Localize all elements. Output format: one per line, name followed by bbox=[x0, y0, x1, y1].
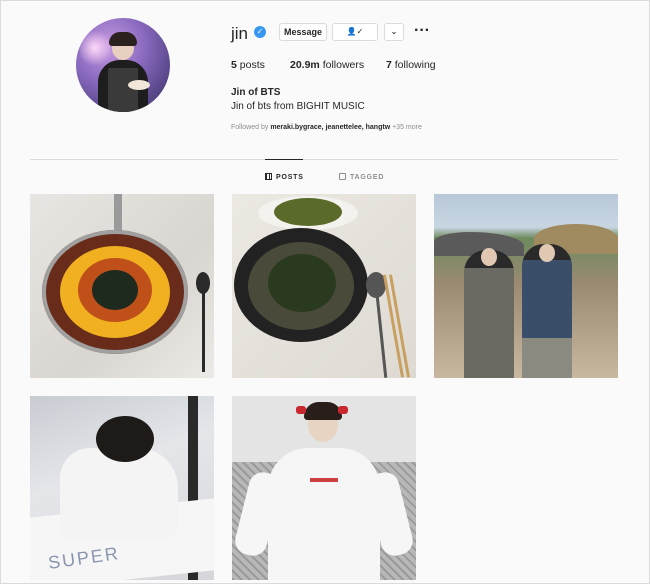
spoon-handle bbox=[202, 292, 205, 372]
face-right bbox=[539, 244, 555, 262]
posts-count: 5 bbox=[231, 59, 237, 71]
following-button[interactable]: 👤✓ bbox=[332, 23, 378, 41]
person-hair bbox=[96, 416, 154, 462]
person-right bbox=[522, 244, 572, 378]
post-tile-drawing[interactable]: SUPER bbox=[30, 396, 214, 580]
active-tab-indicator bbox=[265, 159, 303, 160]
followed-by-more: +35 more bbox=[392, 124, 422, 131]
grid-icon bbox=[265, 173, 272, 180]
avatar-plate bbox=[128, 80, 150, 90]
followers-label: followers bbox=[322, 59, 365, 71]
pan-handle bbox=[114, 194, 122, 234]
shirt-logo bbox=[310, 478, 338, 482]
spoon-handle bbox=[375, 296, 388, 378]
avatar-lights bbox=[80, 28, 110, 68]
side-dish-food bbox=[274, 198, 342, 226]
stat-following[interactable]: 7 following bbox=[386, 59, 436, 71]
avatar[interactable] bbox=[76, 18, 170, 112]
followed-by[interactable]: Followed by meraki.bygrace, jeanettelee,… bbox=[231, 124, 422, 131]
tag-icon bbox=[339, 173, 346, 180]
verified-badge-icon: ✓ bbox=[254, 26, 266, 38]
following-label: following bbox=[394, 59, 436, 71]
followers-count: 20.9m bbox=[290, 59, 320, 71]
hair-bow-left bbox=[296, 406, 306, 414]
bio: Jin of bts from BIGHIT MUSIC bbox=[231, 101, 365, 112]
tab-posts-label: POSTS bbox=[276, 174, 304, 181]
post-tile-bowl[interactable] bbox=[232, 194, 416, 378]
person-left bbox=[464, 250, 514, 378]
bowl-greens bbox=[268, 254, 336, 312]
message-button[interactable]: Message bbox=[279, 23, 327, 41]
face-left bbox=[481, 248, 497, 266]
tab-tagged-label: TAGGED bbox=[350, 174, 385, 181]
post-tile-food-pan[interactable] bbox=[30, 194, 214, 378]
post-tile-village[interactable] bbox=[434, 194, 618, 378]
post-tile-portrait[interactable] bbox=[232, 396, 416, 580]
avatar-hair bbox=[109, 32, 137, 46]
tab-tagged[interactable]: TAGGED bbox=[339, 173, 384, 181]
stat-followers[interactable]: 20.9m followers bbox=[290, 59, 364, 71]
hair bbox=[304, 402, 342, 420]
full-name: Jin of BTS bbox=[231, 87, 281, 98]
white-shirt bbox=[268, 448, 380, 580]
tabs-divider bbox=[30, 159, 618, 160]
more-options-icon[interactable]: ··· bbox=[414, 23, 430, 39]
hair-bow-right bbox=[338, 406, 348, 414]
posts-label: posts bbox=[239, 59, 265, 71]
followed-by-prefix: Followed by bbox=[231, 124, 269, 131]
spoon bbox=[196, 272, 210, 294]
avatar-apron bbox=[108, 68, 138, 112]
following-count: 7 bbox=[386, 59, 392, 71]
stat-posts: 5 posts bbox=[231, 59, 265, 71]
suggested-dropdown-button[interactable]: ⌄ bbox=[384, 23, 404, 41]
pan-seaweed bbox=[92, 270, 138, 310]
tab-posts[interactable]: POSTS bbox=[265, 173, 304, 181]
username: jin bbox=[231, 24, 249, 43]
followed-by-names: meraki.bygrace, jeanettelee, hangtw bbox=[270, 124, 391, 131]
